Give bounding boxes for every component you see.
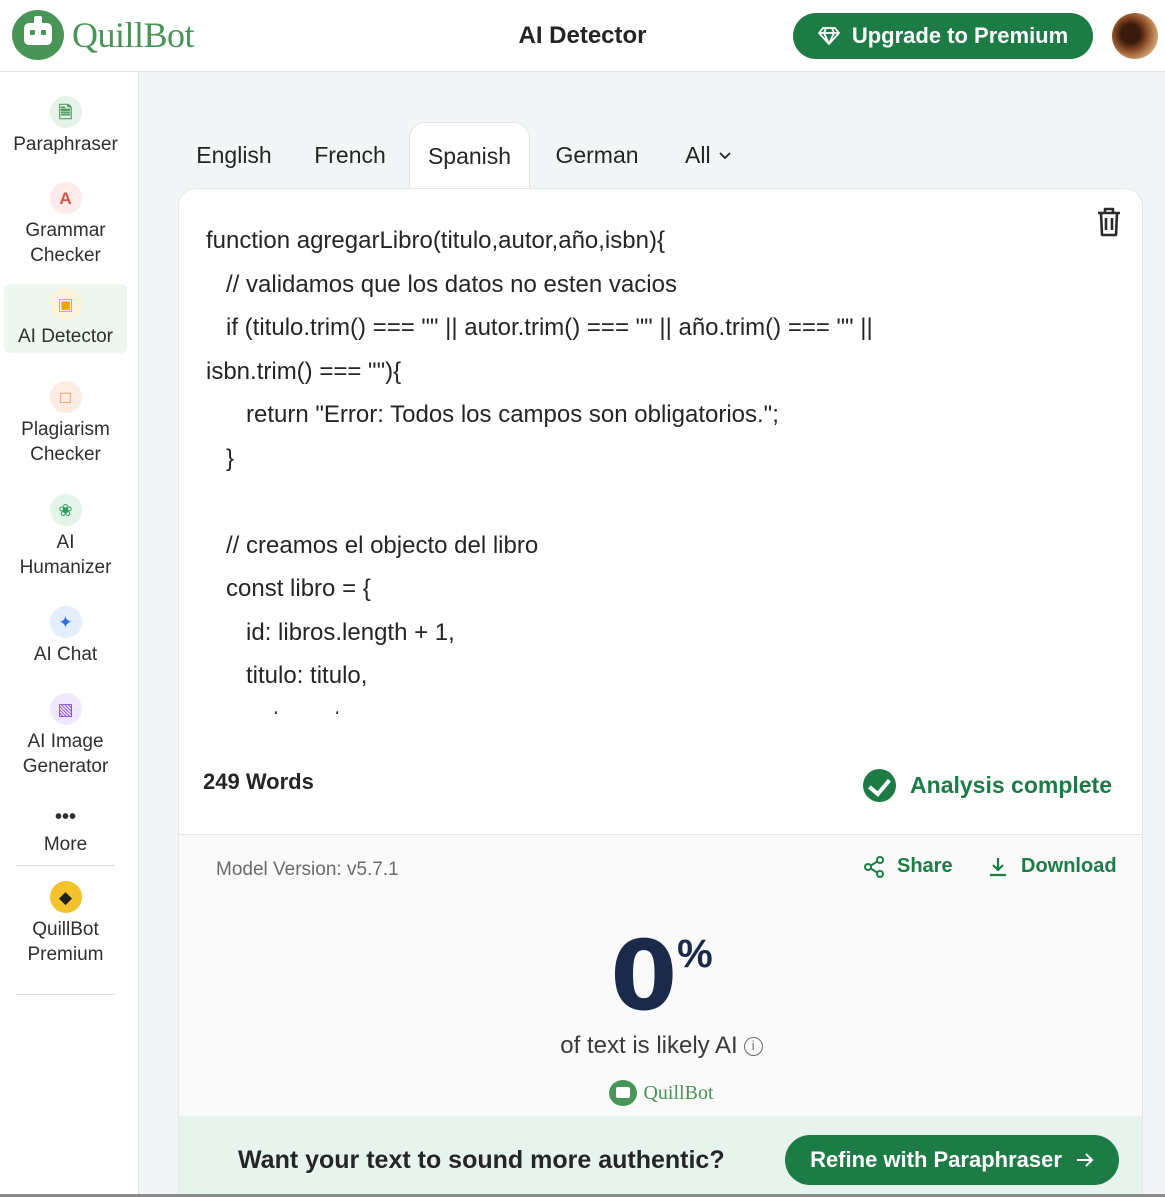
ai-detector-icon: ▣: [49, 288, 82, 320]
diamond-icon: [817, 27, 840, 45]
sidebar-item-ai-image-generator[interactable]: ▧ AI Image Generator: [4, 689, 127, 783]
grammar-checker-icon: A: [49, 182, 82, 214]
sidebar-item-quillbot-premium[interactable]: ◆ QuillBot Premium: [4, 877, 127, 971]
sidebar-item-label: Paraphraser: [13, 134, 118, 155]
share-icon: [864, 855, 884, 878]
tab-all-label: All: [685, 142, 711, 168]
code-line: isbn.trim() === ""){: [206, 357, 402, 385]
code-line: titulo: titulo,: [206, 662, 368, 689]
sidebar-item-ai-detector[interactable]: ▣ AI Detector: [4, 284, 127, 353]
paraphraser-cta: Want your text to sound more authentic? …: [179, 1116, 1142, 1196]
share-label: Share: [897, 855, 953, 877]
sidebar-item-grammar-checker[interactable]: A Grammar Checker: [4, 178, 127, 272]
info-icon[interactable]: i: [743, 1037, 763, 1056]
sidebar-item-paraphraser[interactable]: 🗎 Paraphraser: [4, 92, 127, 161]
quillbot-logo-icon: [12, 10, 64, 60]
code-line: }: [206, 444, 235, 472]
logo-text: QuillBot: [72, 15, 195, 55]
quillbot-watermark: QuillBot: [179, 1080, 1142, 1106]
code-line: return "Error: Todos los campos son obli…: [206, 401, 779, 428]
ai-score-value: 0: [610, 920, 677, 1032]
sidebar-item-label: AI Detector: [17, 326, 114, 347]
paraphraser-icon: 🗎: [49, 96, 82, 128]
sidebar-item-ai-humanizer[interactable]: ❀ AI Humanizer: [4, 490, 127, 584]
chevron-down-icon: [719, 152, 731, 160]
share-button[interactable]: Share: [863, 855, 953, 878]
sidebar-item-ai-chat[interactable]: ✦ AI Chat: [4, 602, 127, 671]
ai-chat-icon: ✦: [49, 606, 82, 638]
sidebar-item-label: AI Image Generator: [22, 731, 109, 777]
tab-spanish[interactable]: Spanish: [409, 122, 530, 188]
plagiarism-checker-icon: □: [49, 381, 82, 413]
quillbot-mini-logo-icon: [609, 1080, 638, 1106]
sidebar: 🗎 Paraphraser A Grammar Checker ▣ AI Detector…: [0, 72, 139, 1197]
diamond-icon: ◆: [49, 881, 82, 913]
sidebar-item-label: QuillBot Premium: [27, 919, 104, 965]
sidebar-item-label: Grammar Checker: [25, 220, 106, 266]
quillbot-mini-logo-text: QuillBot: [643, 1081, 714, 1104]
code-line: // validamos que los datos no esten vaci…: [206, 270, 677, 298]
code-line: autor:autor,: [206, 698, 1106, 715]
model-version: Model Version: v5.7.1: [216, 859, 399, 880]
code-line: function agregarLibro(titulo,autor,año,i…: [206, 227, 665, 254]
ai-score: 0%: [179, 920, 1142, 1032]
sidebar-divider: [16, 994, 115, 995]
more-icon: •••: [54, 805, 76, 828]
cta-text: Want your text to sound more authentic?: [238, 1146, 725, 1174]
upgrade-label: Upgrade to Premium: [851, 23, 1069, 48]
sidebar-item-plagiarism-checker[interactable]: □ Plagiarism Checker: [4, 377, 127, 471]
top-bar: QuillBot AI Detector Upgrade to Premium: [0, 0, 1165, 72]
download-button[interactable]: Download: [987, 855, 1117, 878]
download-icon: [990, 857, 1006, 876]
sidebar-divider: [16, 865, 115, 866]
tab-all-dropdown[interactable]: All: [668, 122, 748, 188]
avatar[interactable]: [1112, 13, 1158, 59]
sidebar-item-more[interactable]: ••• More: [4, 802, 127, 861]
score-caption-text: of text is likely AI: [560, 1032, 738, 1059]
refine-with-paraphraser-button[interactable]: Refine with Paraphraser: [785, 1135, 1119, 1185]
refine-button-label: Refine with Paraphraser: [810, 1147, 1062, 1172]
analysis-status-label: Analysis complete: [910, 772, 1112, 798]
text-input-area[interactable]: function agregarLibro(titulo,autor,año,i…: [206, 219, 1106, 714]
detector-card: function agregarLibro(titulo,autor,año,i…: [178, 188, 1143, 1197]
tab-french[interactable]: French: [296, 122, 404, 188]
sidebar-item-label: AI Chat: [33, 644, 98, 665]
sidebar-item-label: Plagiarism Checker: [21, 419, 110, 465]
code-line: id: libros.length + 1,: [206, 618, 455, 646]
ai-image-generator-icon: ▧: [49, 693, 82, 725]
word-count: 249 Words: [203, 769, 314, 794]
sidebar-item-label: More: [43, 834, 88, 855]
ai-score-unit: %: [677, 932, 713, 976]
code-line: if (titulo.trim() === "" || autor.trim()…: [206, 314, 873, 341]
code-line: // creamos el objecto del libro: [206, 531, 539, 559]
code-line: const libro = {: [206, 575, 371, 602]
score-caption: of text is likely AI i: [179, 1032, 1142, 1060]
arrow-right-icon: [1076, 1153, 1094, 1167]
quillbot-logo[interactable]: QuillBot: [12, 10, 195, 60]
tab-english[interactable]: English: [178, 122, 290, 188]
check-circle-icon: [863, 769, 897, 802]
analysis-status: Analysis complete: [863, 769, 1112, 802]
tab-german[interactable]: German: [538, 122, 656, 188]
download-label: Download: [1021, 855, 1117, 877]
sidebar-item-label: AI Humanizer: [19, 532, 112, 578]
ai-humanizer-icon: ❀: [49, 494, 82, 526]
upgrade-to-premium-button[interactable]: Upgrade to Premium: [793, 13, 1093, 59]
